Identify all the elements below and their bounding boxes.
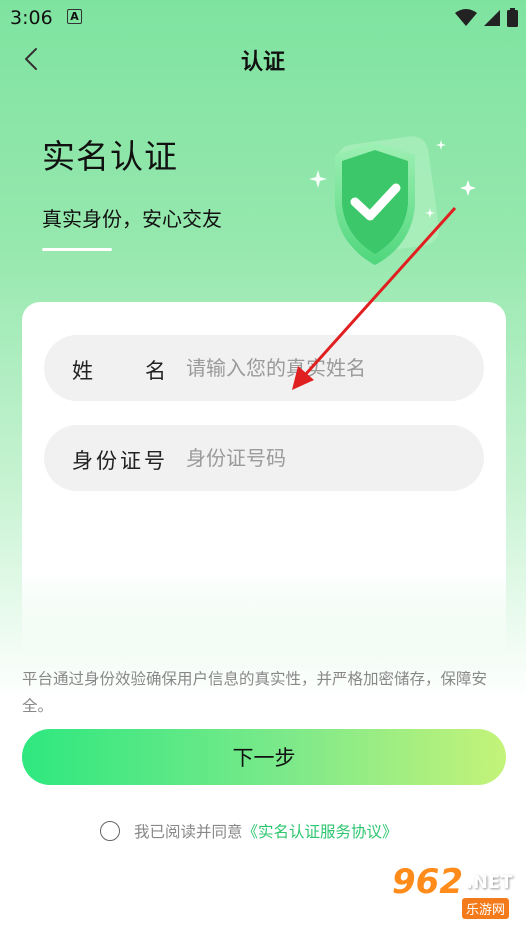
shield-check-icon (309, 136, 476, 265)
privacy-notice: 平台通过身份效验确保用户信息的真实性，并严格加密储存，保障安全。 (22, 670, 488, 715)
page-title: 认证 (240, 50, 285, 75)
signal-icon (484, 9, 500, 26)
battery-icon (507, 8, 518, 27)
hero-subtitle: 真实身份，安心交友 (42, 207, 222, 231)
wifi-icon (455, 8, 477, 26)
agreement-text: 我已阅读并同意 (134, 823, 243, 841)
watermark-logo: 962 .NET 乐游网 (388, 858, 518, 928)
watermark-site: 乐游网 (462, 898, 510, 919)
status-icons (455, 8, 518, 27)
status-time: 3:06 (10, 7, 53, 29)
id-label: 身份证号 (72, 449, 168, 473)
notification-icon: A (67, 9, 82, 24)
name-field: 姓名 (44, 335, 484, 401)
hero-underline (42, 248, 112, 251)
form-card: 姓名 身份证号 (22, 302, 506, 662)
nav-bar: 认证 (0, 38, 526, 82)
hero-title: 实名认证 (42, 137, 178, 176)
next-step-button[interactable]: 下一步 (22, 729, 506, 785)
agreement-link[interactable]: 《实名认证服务协议》 (243, 820, 398, 842)
agree-radio[interactable] (100, 821, 120, 841)
id-field: 身份证号 (44, 425, 484, 491)
agreement-row: 我已阅读并同意 《实名认证服务协议》 (100, 820, 398, 842)
name-input[interactable] (184, 347, 468, 389)
watermark-brand: 962 (392, 862, 463, 902)
status-bar: 3:06 A (0, 0, 526, 36)
watermark-net: .NET (466, 872, 513, 893)
id-number-input[interactable] (184, 437, 468, 479)
